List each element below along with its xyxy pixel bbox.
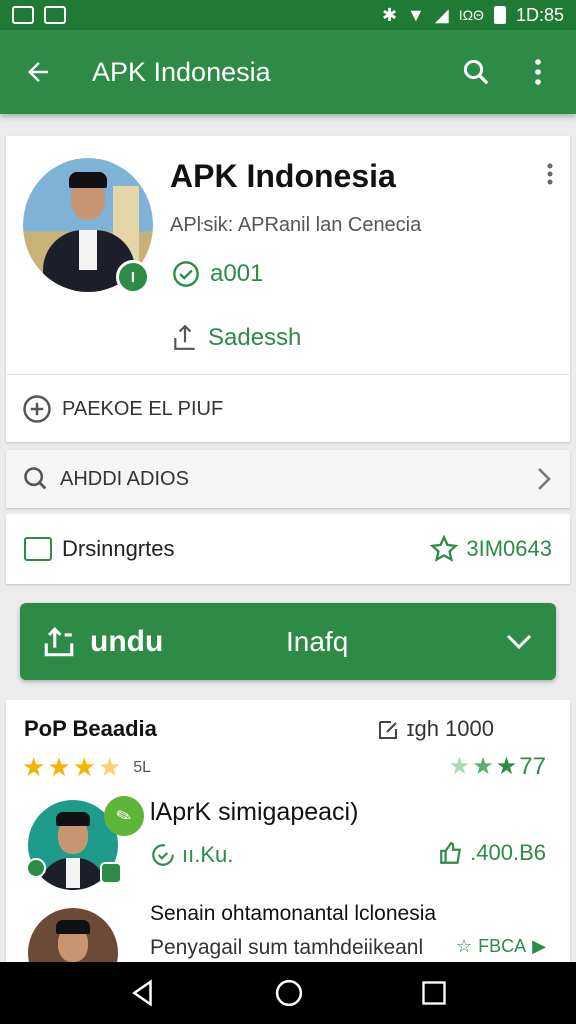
refresh-icon [152,844,174,866]
app-subtitle: APŀsik: APRanil lan Cenecia [170,214,422,236]
app-profile-card: I APK Indonesia APŀsik: APRanil lan Cene… [6,136,570,442]
divider [6,374,570,375]
search-icon[interactable] [456,52,496,92]
version-row: a001 [172,260,263,288]
chat-icon [26,858,46,878]
back-arrow-icon[interactable] [18,52,58,92]
plus-circle-icon [23,395,51,423]
verified-badge-icon: I [116,260,150,294]
download-info: Inafq [286,625,349,657]
chevron-right-icon [538,468,551,490]
clock: 1D:85 [515,4,564,25]
star-icon: ★ [47,752,71,782]
download-icon [44,626,74,656]
check-circle-icon [173,261,199,287]
star-half-icon: ★ [97,752,122,782]
reviewer-avatar[interactable] [28,908,118,962]
download-button[interactable]: undu Inafq [20,603,556,680]
thumbs-up-icon [440,842,462,864]
card-more-icon[interactable] [546,162,554,191]
bluetooth-icon: ✱ [381,4,398,25]
reviews-count: ɪgh 1000 [377,716,494,742]
package-label: PAEKOE EL PIUF [62,397,224,420]
review-item-title[interactable]: Senain ohtamonantal lclonesia [150,902,436,926]
review-item-stat: .400.B6 [438,840,546,866]
star-outline-icon [430,535,459,562]
recents-nav-icon[interactable] [420,979,448,1007]
reviews-count-text: ɪgh 1000 [406,716,494,741]
review-item-meta: ıı.Ku. [150,842,233,868]
search-row[interactable]: AHDDI ADIOS [6,450,570,508]
share-button[interactable]: Sadessh [172,324,301,352]
wifi-icon: ▼ [407,4,425,25]
image-icon [44,6,66,24]
description-value-group: 3IM0643 [430,535,552,563]
signal-icon: ◢ [434,4,449,25]
download-label: undu [90,624,164,658]
back-nav-icon[interactable] [128,978,158,1008]
navigation-bar [0,962,576,1024]
description-value: 3IM0643 [466,536,552,561]
score-value: 77 [519,752,546,780]
review-item-stat-text: FBCA [478,936,527,956]
share-icon [174,324,195,350]
reviews-card: PoP Beaadia ɪgh 1000 ★ ★ ★ ★ 5L ★ ★ ★ 77… [6,700,570,962]
image-icon [12,6,34,24]
star-icon: ★ [448,753,471,780]
star-icon: ★ [22,752,46,782]
home-nav-icon[interactable] [274,978,304,1008]
review-item-stat: ☆ FBCA ▶ [450,936,546,957]
description-row[interactable]: Drsinngrtes 3IM0643 [6,514,570,584]
review-item-meta-text: ıı.Ku. [182,842,234,867]
share-label: Sadessh [208,324,302,351]
status-bar: ✱ ▼ ◢ ΙΩΘ 1D:85 [0,0,576,30]
star-icon: ★ [472,753,494,780]
version-text: a001 [210,260,264,287]
score-group: ★ ★ ★ 77 [449,752,546,781]
app-bar: APK Indonesia [0,30,576,114]
battery-icon [493,6,506,24]
star-rating: ★ ★ ★ ★ 5L [22,752,151,783]
star-count: 5L [133,758,152,776]
description-label: Drsinngrtes [62,536,175,561]
app-name: APK Indonesia [170,158,396,194]
play-icon[interactable]: ▶ [532,936,546,957]
review-item-subtitle: Penyagail sum tamhdeiikeanl [150,936,424,959]
reviews-title: PoP Beaadia [24,716,157,741]
review-item-stat-text: .400.B6 [470,840,546,865]
more-vert-icon[interactable] [518,52,558,92]
checkbox-icon[interactable] [24,537,52,561]
star-icon: ★ [495,753,518,780]
app-bar-title: APK Indonesia [92,56,271,87]
review-item-title[interactable]: lAprK simigapeaci) [150,798,358,827]
badge-icon [100,862,122,884]
search-icon [24,467,47,490]
search-label: AHDDI ADIOS [60,467,189,490]
package-row[interactable]: PAEKOE EL PIUF [22,394,223,424]
network-text: ΙΩΘ [458,7,484,23]
edit-icon [378,721,397,739]
chevron-down-icon[interactable] [504,632,534,652]
star-outline-icon: ☆ [456,936,473,956]
star-icon: ★ [72,752,96,782]
